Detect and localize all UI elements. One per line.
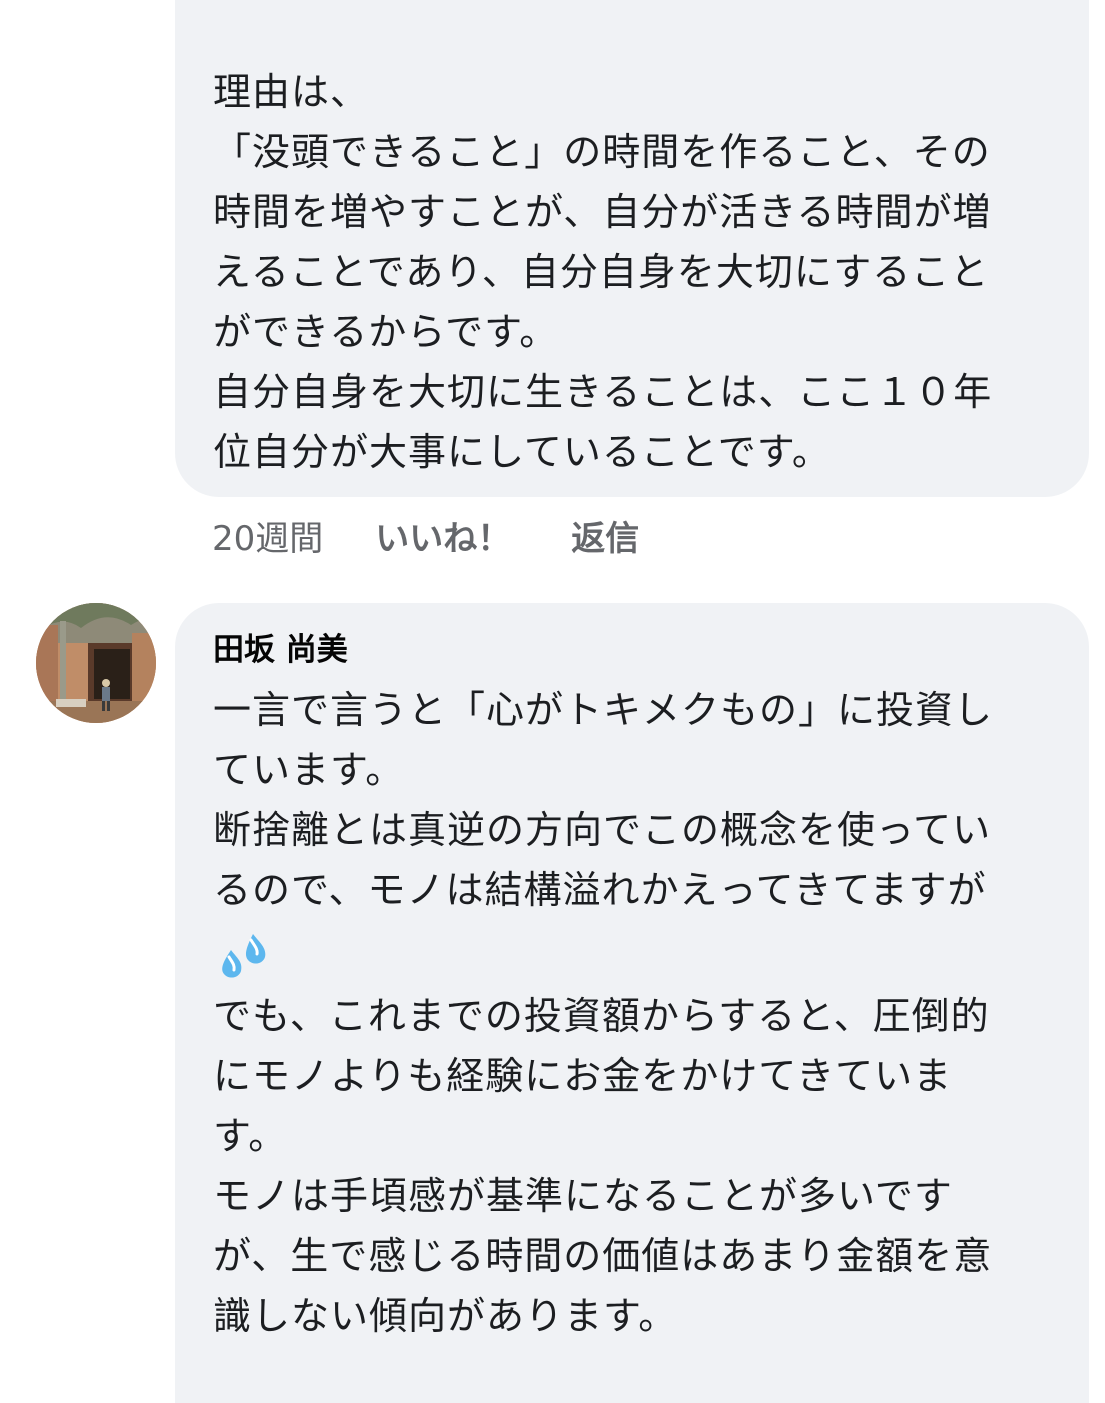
comment-line: 位自分が大事にしていることです。	[213, 430, 831, 474]
comment-line: でも、これまでの投資額からすると、圧倒的	[213, 994, 990, 1038]
comment-line: モノは手頃感が基準になることが多いです	[213, 1174, 953, 1218]
comment-actions: 20週間 いいね！ 返信	[212, 510, 639, 560]
comment-line: にモノよりも経験にお金をかけてきていま	[213, 1054, 953, 1098]
comment-line: す。	[213, 1114, 288, 1158]
comment-line: 時間を増やすことが、自分が活きる時間が増	[213, 190, 992, 234]
comment-timestamp[interactable]: 20週間	[212, 511, 323, 560]
sweat-droplets-icon	[222, 934, 266, 978]
comment-line: るので、モノは結構溢れかえってきてますが	[213, 868, 987, 912]
comment-bubble: 理由は、 「没頭できること」の時間を作ること、その 時間を増やすことが、自分が活…	[175, 0, 1089, 497]
comment-line: 理由は、	[213, 70, 370, 114]
avatar[interactable]	[36, 603, 156, 723]
comment-line: 識しない傾向があります。	[213, 1294, 678, 1338]
comment-line: ができるからです。	[213, 310, 559, 354]
comment-line: ています。	[213, 748, 405, 792]
comment-line: 「没頭できること」の時間を作ること、その	[213, 130, 991, 174]
profile-photo	[36, 603, 156, 723]
comment-line: が、生で感じる時間の価値はあまり金額を意	[213, 1234, 993, 1278]
comment-line: えることであり、自分自身を大切にすること	[213, 250, 990, 294]
reply-button[interactable]: 返信	[571, 511, 639, 560]
like-button[interactable]: いいね！	[375, 511, 511, 560]
comment-line: 断捨離とは真逆の方向でこの概念を使ってい	[213, 808, 992, 852]
emoji-line	[213, 922, 993, 986]
comment-line: 自分自身を大切に生きることは、ここ１０年	[213, 370, 993, 414]
comment-line: 一言で言うと「心がトキメクもの」に投資し	[213, 688, 994, 732]
comment-bubble: 田坂 尚美 一言で言うと「心がトキメクもの」に投資し ています。 断捨離とは真逆…	[175, 603, 1089, 1403]
comment-text: 一言で言うと「心がトキメクもの」に投資し ています。 断捨離とは真逆の方向でこの…	[213, 680, 993, 1346]
comment-text: 理由は、 「没頭できること」の時間を作ること、その 時間を増やすことが、自分が活…	[213, 62, 992, 482]
comment-author[interactable]: 田坂 尚美	[213, 628, 348, 672]
